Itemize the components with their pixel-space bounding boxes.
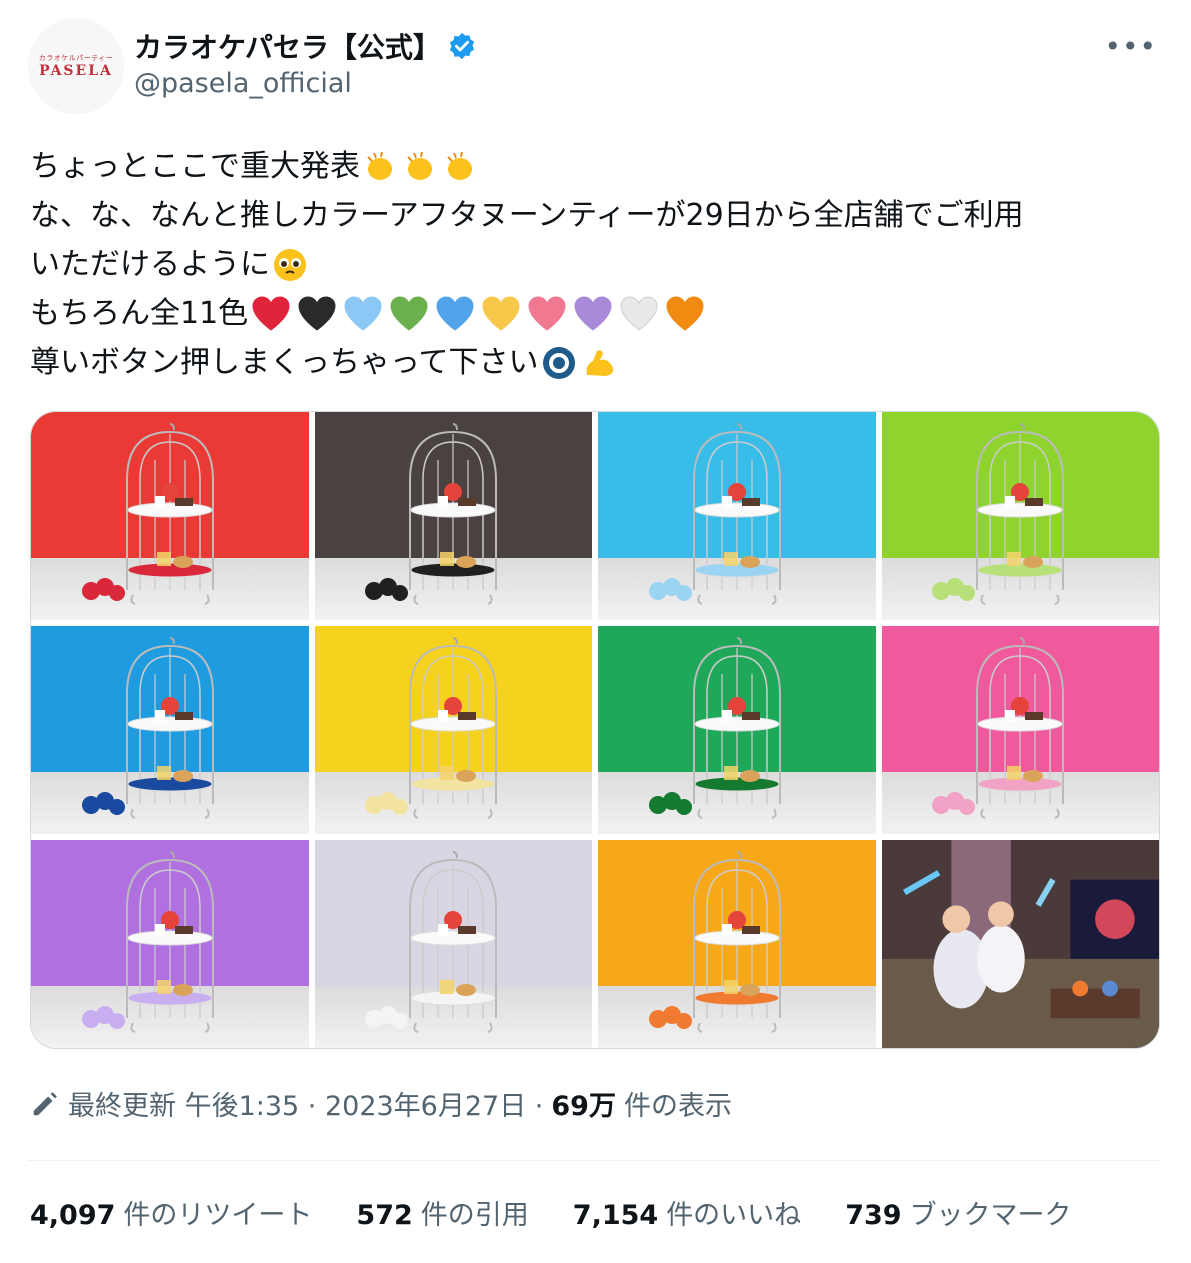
retweets-label: 件のリツイート: [123, 1200, 313, 1231]
tweet-line-3-text: いただけるように: [30, 247, 270, 282]
tea-stand-icon: [125, 637, 214, 820]
flexed-biceps-icon: [586, 349, 613, 376]
divider: [28, 1160, 1161, 1161]
bookmarks-count: 739: [845, 1200, 902, 1231]
roses-icon: [932, 578, 976, 602]
tea-stand-icon: [976, 423, 1065, 606]
clapping-hands-icon: [367, 151, 392, 180]
account-names: カラオケパセラ【公式】 @pasela_official: [134, 26, 477, 99]
clapping-hands-icon: [447, 151, 472, 180]
tweet-line-1-text: ちょっとここで重大発表: [30, 149, 360, 184]
karaoke-room-photo: [881, 840, 1159, 1048]
photo-tile[interactable]: [598, 626, 876, 834]
quotes-stat[interactable]: 572 件の引用: [356, 1193, 528, 1232]
view-count-label: 件の表示: [623, 1091, 732, 1122]
o-button-icon: [542, 346, 575, 379]
photo-tile[interactable]: [881, 626, 1159, 834]
edit-pencil-icon: [33, 1091, 57, 1115]
heart-icon: [297, 295, 337, 332]
photo-tile-karaoke-room[interactable]: [881, 840, 1159, 1048]
quotes-count: 572: [356, 1200, 413, 1231]
tweet-line-5-text: 尊いボタン押しまくっちゃって下さい: [30, 345, 539, 380]
pleading-face-icon: [274, 248, 306, 281]
likes-count: 7,154: [572, 1200, 659, 1231]
tweet-line-3: いただけるように: [30, 240, 1165, 289]
roses-icon: [81, 1006, 125, 1030]
view-count: 69万: [551, 1091, 616, 1122]
heart-icon: [527, 295, 567, 332]
handle[interactable]: @pasela_official: [134, 68, 477, 99]
tea-stand-icon: [125, 851, 214, 1034]
heart-icon: [343, 295, 383, 332]
photo-grid[interactable]: [30, 411, 1160, 1049]
roses-icon: [648, 792, 692, 816]
likes-label: 件のいいね: [666, 1200, 802, 1231]
roses-icon: [365, 578, 409, 602]
photo-tile[interactable]: [314, 840, 592, 1048]
roses-icon: [81, 578, 125, 602]
photo-tile[interactable]: [314, 626, 592, 834]
roses-icon: [648, 578, 692, 602]
tea-stand-icon: [692, 637, 781, 820]
tweet-line-1: ちょっとここで重大発表: [30, 142, 1165, 191]
updated-timestamp[interactable]: 最終更新 午後1:35 · 2023年6月27日 ·: [68, 1084, 543, 1123]
roses-icon: [365, 1006, 409, 1030]
retweets-stat[interactable]: 4,097 件のリツイート: [30, 1193, 312, 1232]
photo-tile[interactable]: [314, 412, 592, 620]
heart-icon: [389, 295, 429, 332]
tweet-line-5: 尊いボタン押しまくっちゃって下さい: [30, 338, 1165, 387]
heart-icon: [481, 295, 521, 332]
retweets-count: 4,097: [30, 1200, 116, 1231]
photo-tile[interactable]: [31, 626, 309, 834]
tweet-meta: 最終更新 午後1:35 · 2023年6月27日 · 69万 件の表示: [30, 1084, 732, 1123]
tea-stand-icon: [409, 851, 498, 1034]
roses-icon: [648, 1006, 692, 1030]
avatar-logo-text: PASELA: [39, 63, 113, 79]
tweet-line-2: な、な、なんと推しカラーアフタヌーンティーが29日から全店舗でご利用: [30, 191, 1165, 240]
roses-icon: [81, 792, 125, 816]
tea-stand-icon: [409, 637, 498, 820]
clapping-hands-icon: [407, 151, 432, 180]
tweet-header: カラオケルパーティー PASELA カラオケパセラ【公式】 @pasela_of…: [28, 18, 1163, 118]
avatar[interactable]: カラオケルパーティー PASELA: [28, 18, 124, 114]
heart-icon: [665, 295, 705, 332]
photo-tile[interactable]: [598, 412, 876, 620]
bookmarks-label: ブックマーク: [909, 1200, 1072, 1231]
quotes-label: 件の引用: [420, 1200, 529, 1231]
tweet-line-4: もちろん全11色: [30, 289, 1165, 338]
roses-icon: [932, 792, 976, 816]
verified-badge-icon: [449, 32, 475, 60]
display-name-row[interactable]: カラオケパセラ【公式】: [134, 26, 477, 66]
tea-stand-icon: [125, 423, 214, 606]
tweet-line-2-text: な、な、なんと推しカラーアフタヌーンティーが29日から全店舗でご利用: [30, 198, 1024, 233]
more-options-icon[interactable]: •••: [1104, 30, 1157, 63]
tweet-text: ちょっとここで重大発表 な、な、なんと推しカラーアフタヌーンティーが29日から全…: [30, 142, 1165, 387]
tea-stand-icon: [976, 637, 1065, 820]
tweet-line-4-text: もちろん全11色: [30, 296, 249, 331]
heart-icon: [251, 295, 291, 332]
photo-tile[interactable]: [881, 412, 1159, 620]
tea-stand-icon: [692, 423, 781, 606]
heart-icon: [573, 295, 613, 332]
tea-stand-icon: [692, 851, 781, 1034]
photo-tile[interactable]: [598, 840, 876, 1048]
roses-icon: [365, 792, 409, 816]
photo-tile[interactable]: [31, 412, 309, 620]
likes-stat[interactable]: 7,154 件のいいね: [573, 1193, 801, 1232]
heart-icon: [435, 295, 475, 332]
photo-tile[interactable]: [31, 840, 309, 1048]
heart-icon: [619, 295, 659, 332]
tea-stand-icon: [409, 423, 498, 606]
bookmarks-stat[interactable]: 739 ブックマーク: [845, 1193, 1071, 1232]
display-name[interactable]: カラオケパセラ【公式】: [134, 26, 441, 66]
engagement-stats: 4,097 件のリツイート 572 件の引用 7,154 件のいいね 739 ブックマー…: [30, 1193, 1072, 1232]
heart-emoji-row: [248, 295, 708, 332]
avatar-subtitle: カラオケルパーティー: [38, 54, 114, 62]
